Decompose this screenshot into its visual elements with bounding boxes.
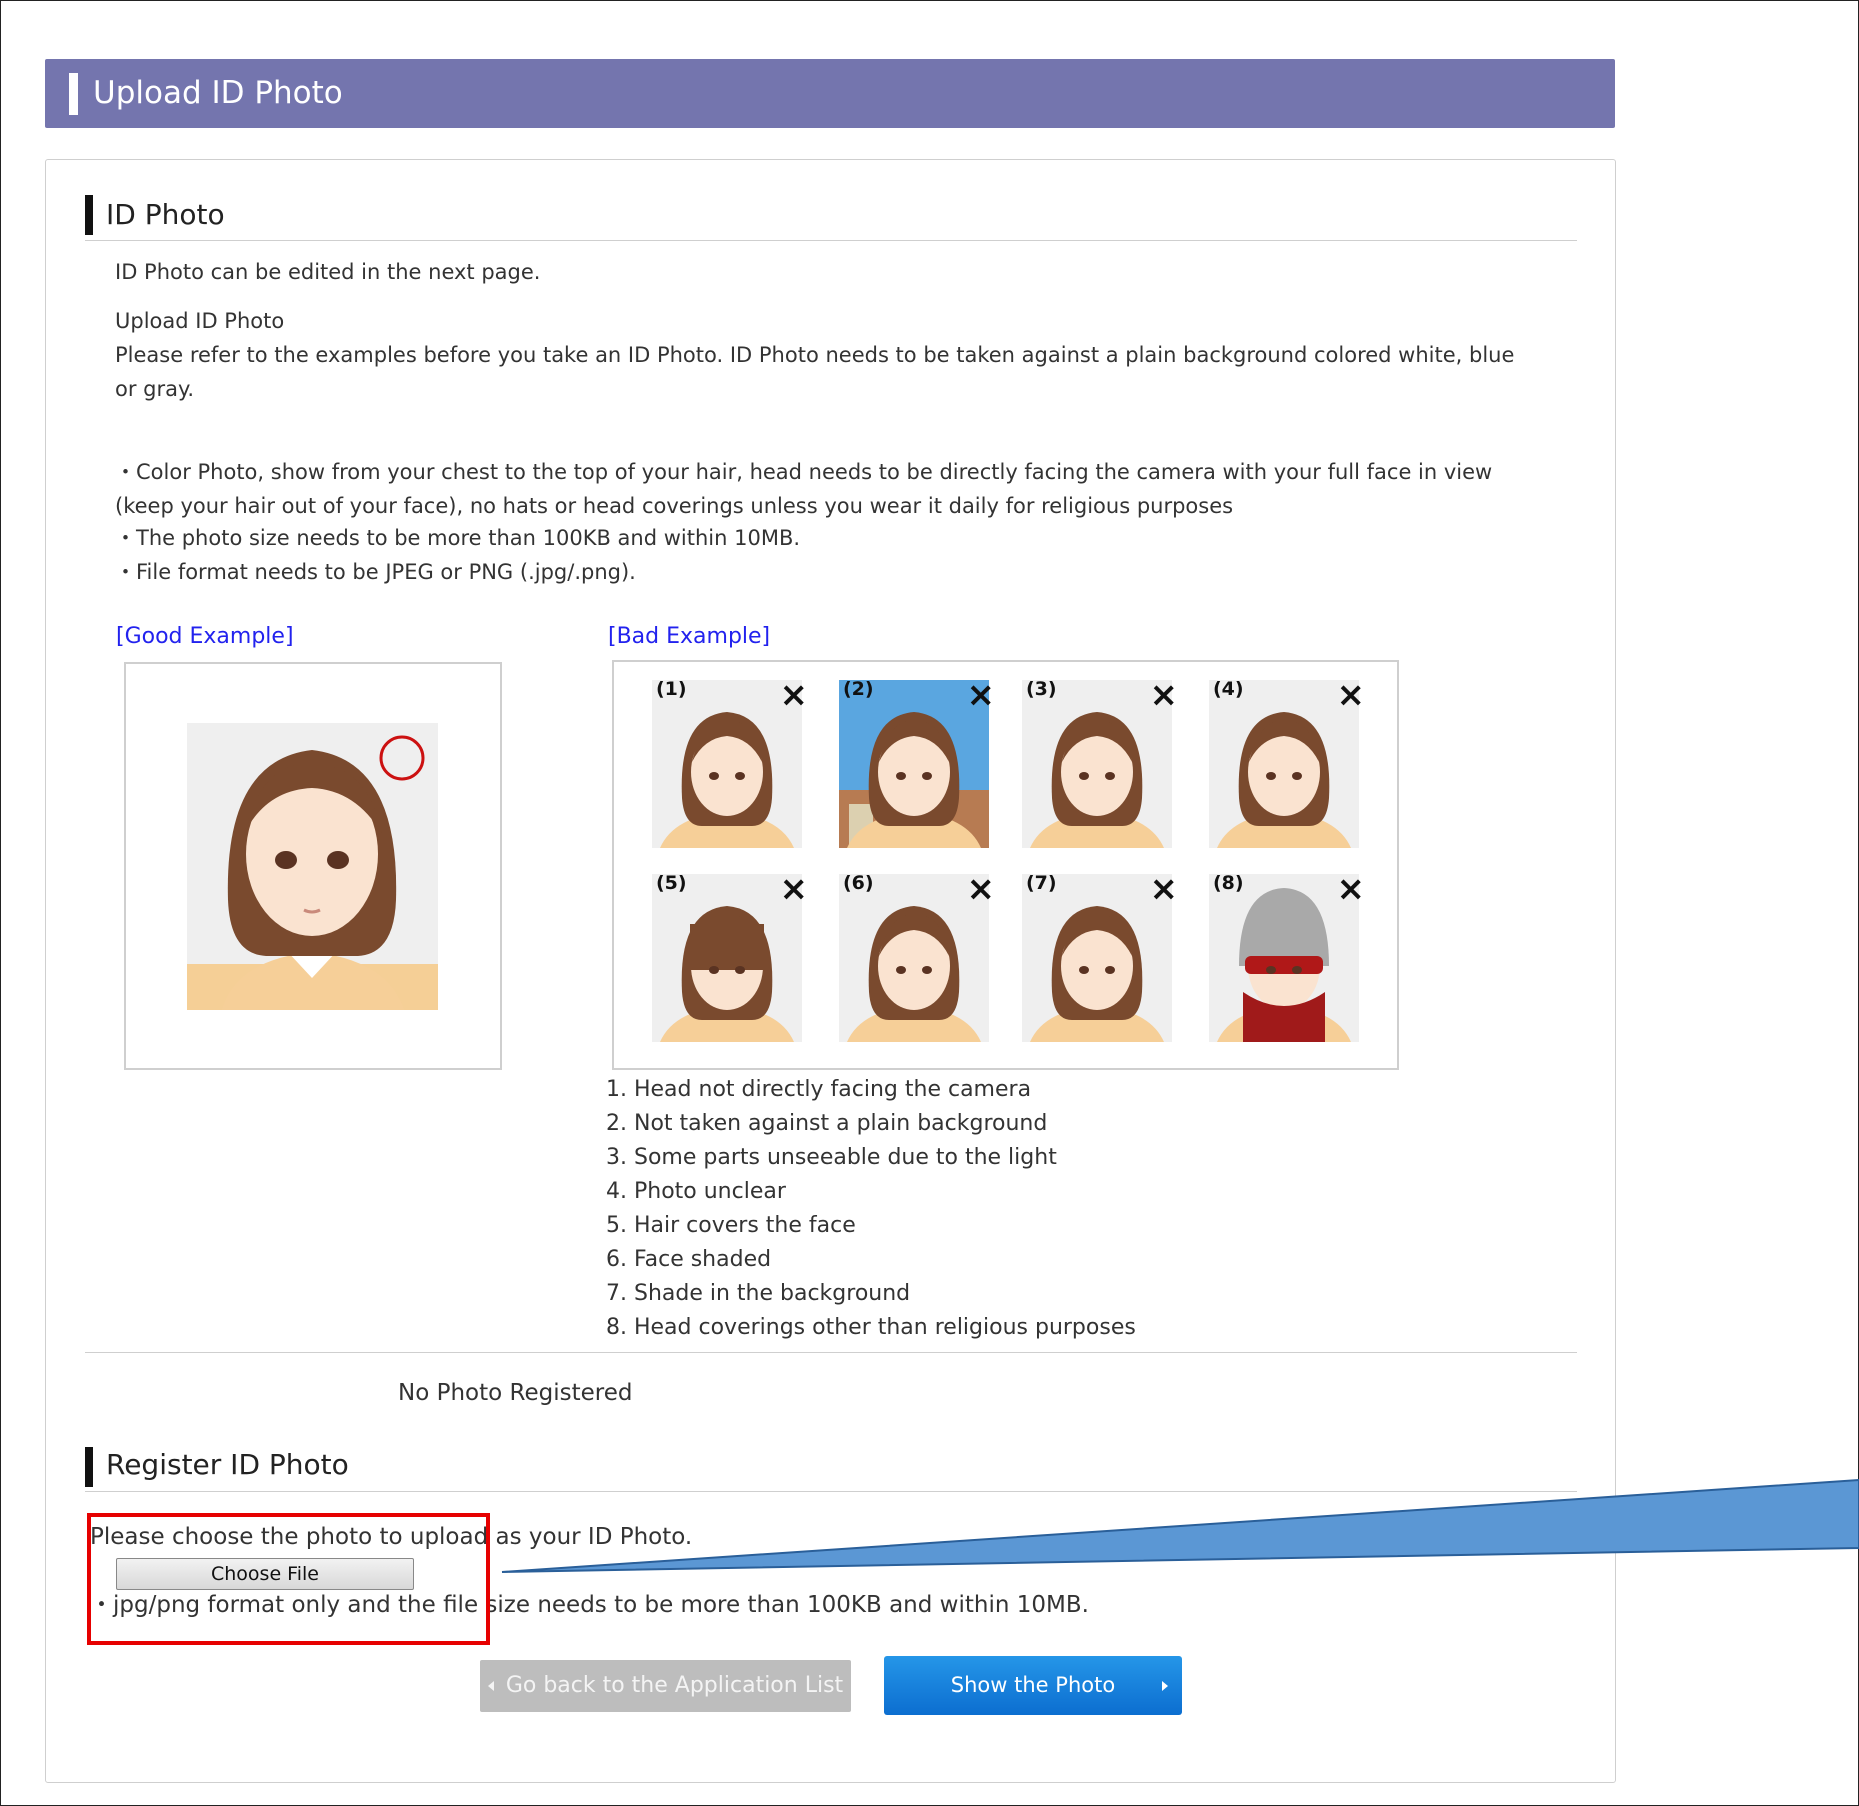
callout-arrow [501, 1478, 1859, 1573]
